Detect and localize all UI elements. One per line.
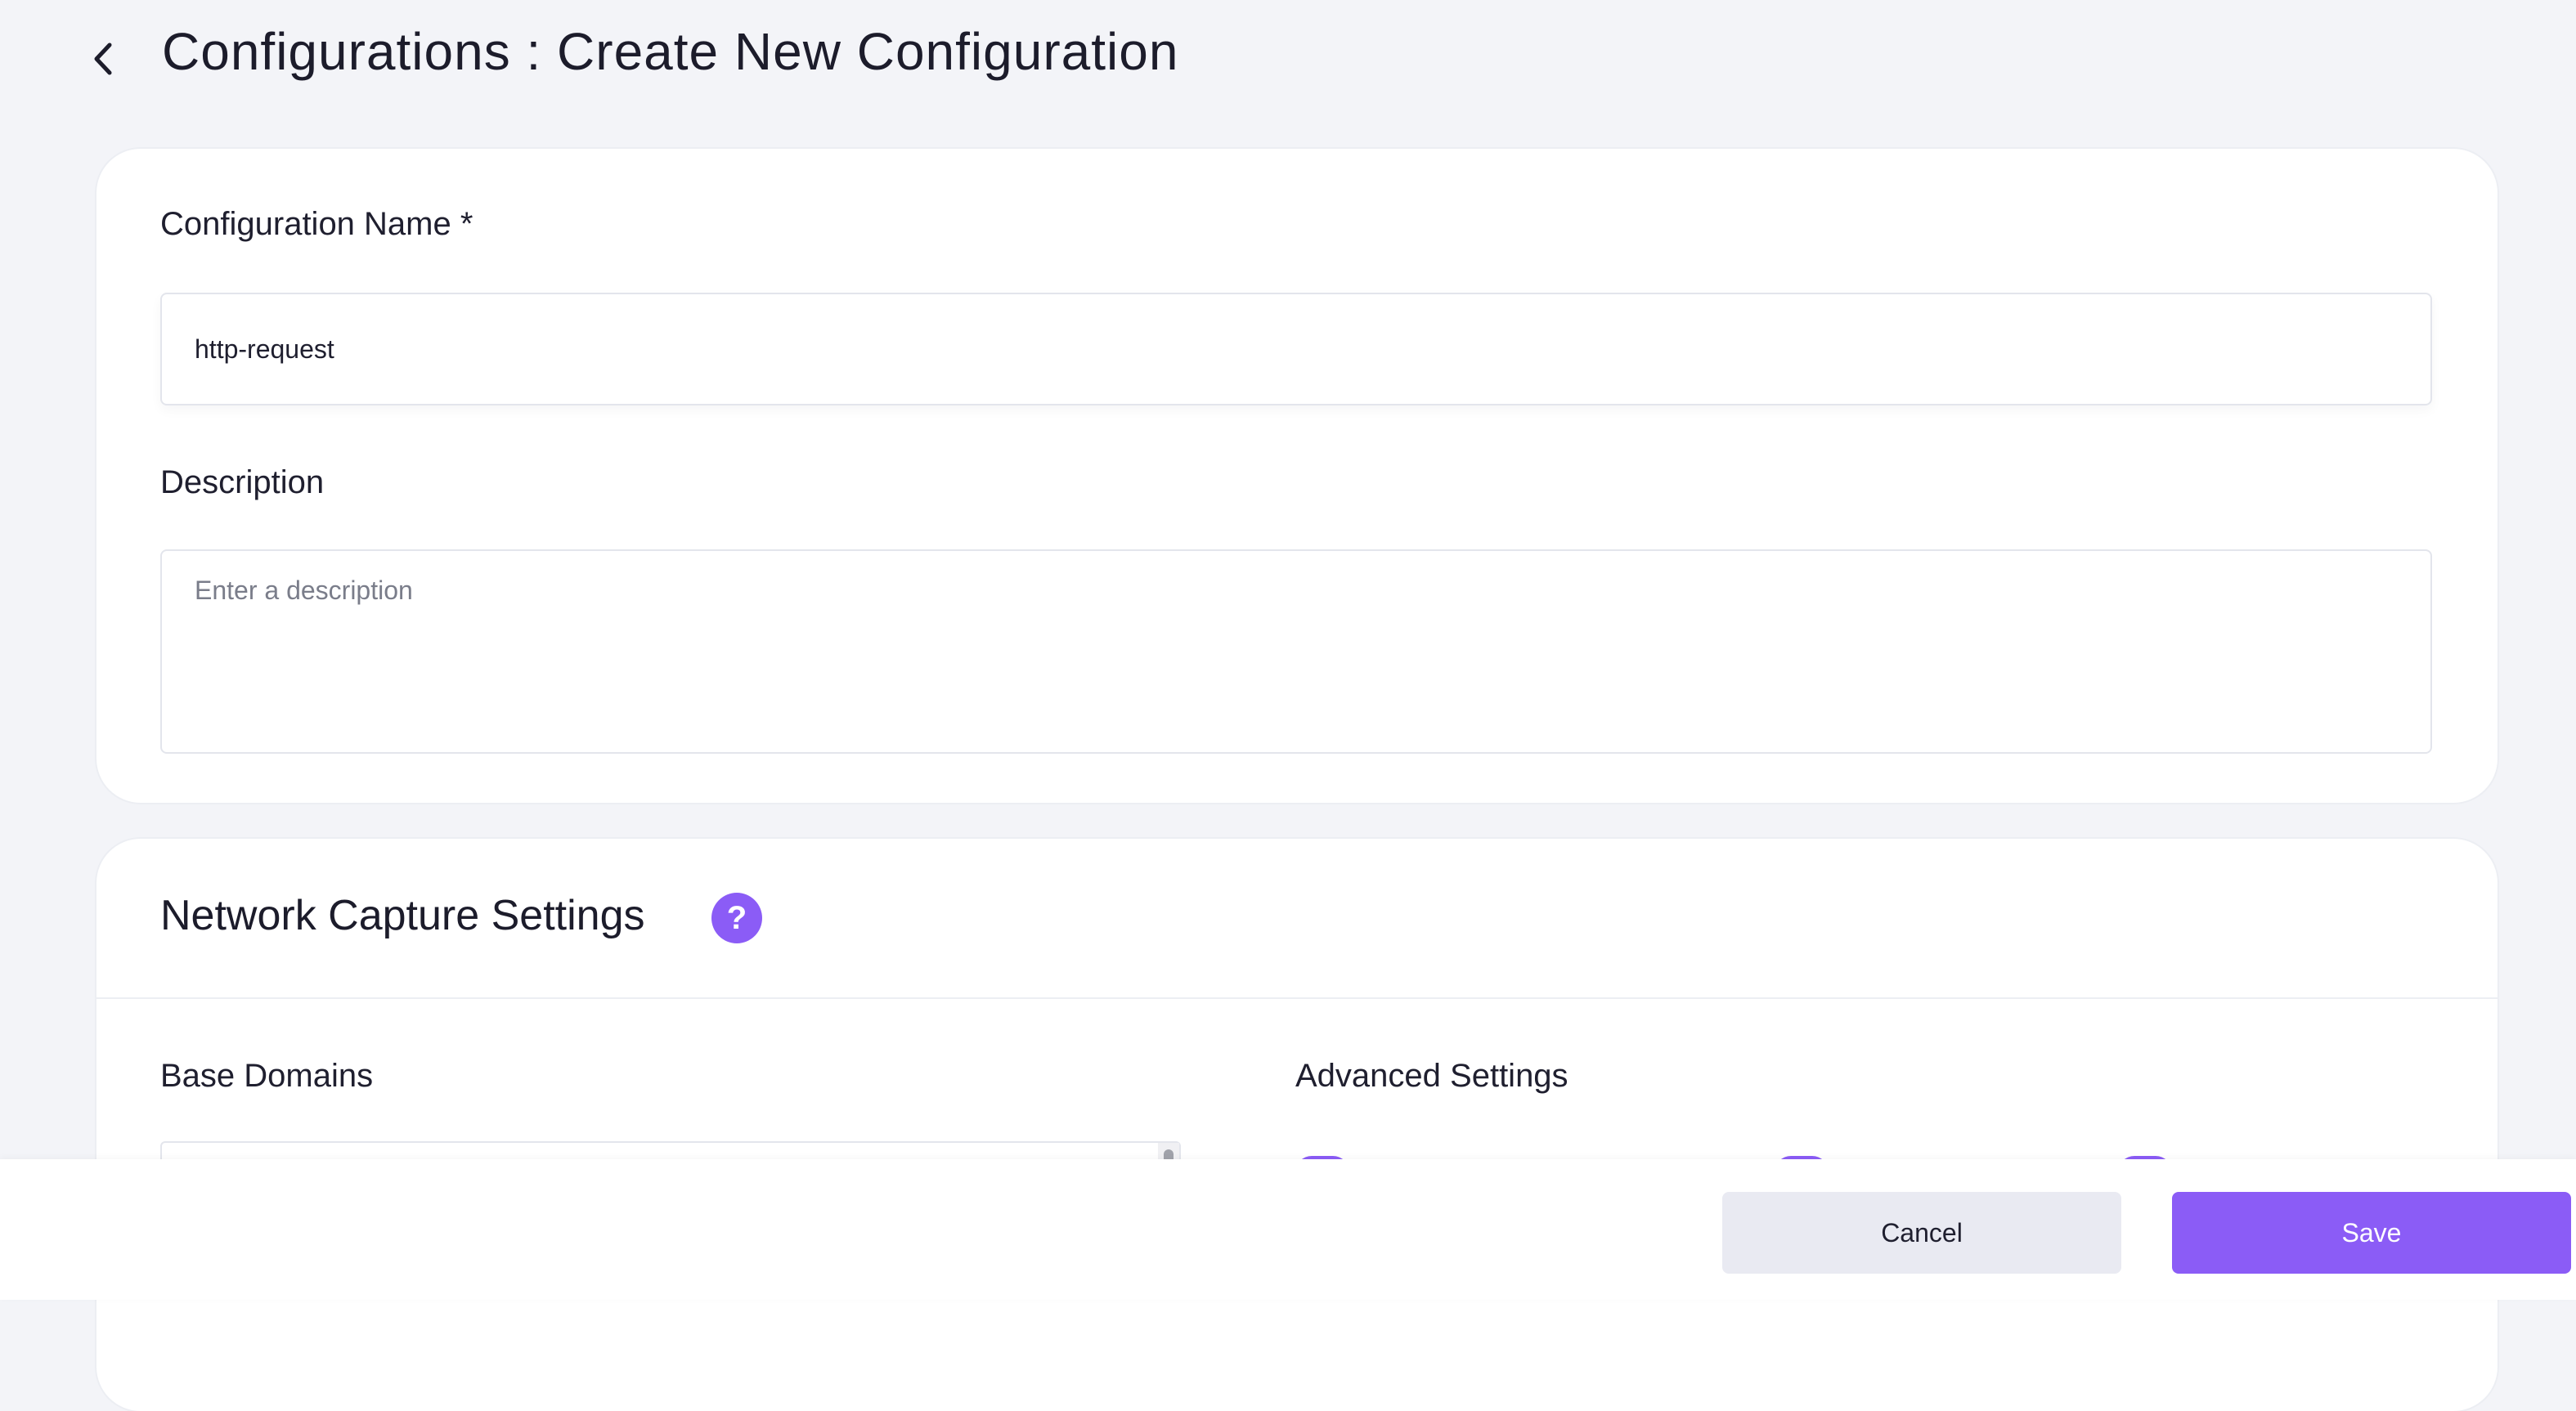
configuration-name-label: Configuration Name * <box>160 206 473 242</box>
page-title: Configurations : Create New Configuratio… <box>162 22 1179 81</box>
help-icon[interactable]: ? <box>711 893 762 943</box>
base-domains-label: Base Domains <box>160 1058 374 1094</box>
save-button[interactable]: Save <box>2172 1192 2571 1274</box>
description-textarea[interactable] <box>160 549 2432 754</box>
network-capture-title: Network Capture Settings <box>160 892 645 939</box>
back-button[interactable] <box>79 29 128 88</box>
cancel-button[interactable]: Cancel <box>1722 1192 2121 1274</box>
configuration-name-input[interactable] <box>160 293 2432 405</box>
advanced-settings-label: Advanced Settings <box>1295 1058 1568 1094</box>
chevron-left-icon <box>94 43 112 75</box>
section-divider <box>96 997 2497 999</box>
page-header: Configurations : Create New Configuratio… <box>0 0 2576 123</box>
description-label: Description <box>160 464 325 500</box>
footer-bar: Cancel Save <box>0 1159 2576 1300</box>
